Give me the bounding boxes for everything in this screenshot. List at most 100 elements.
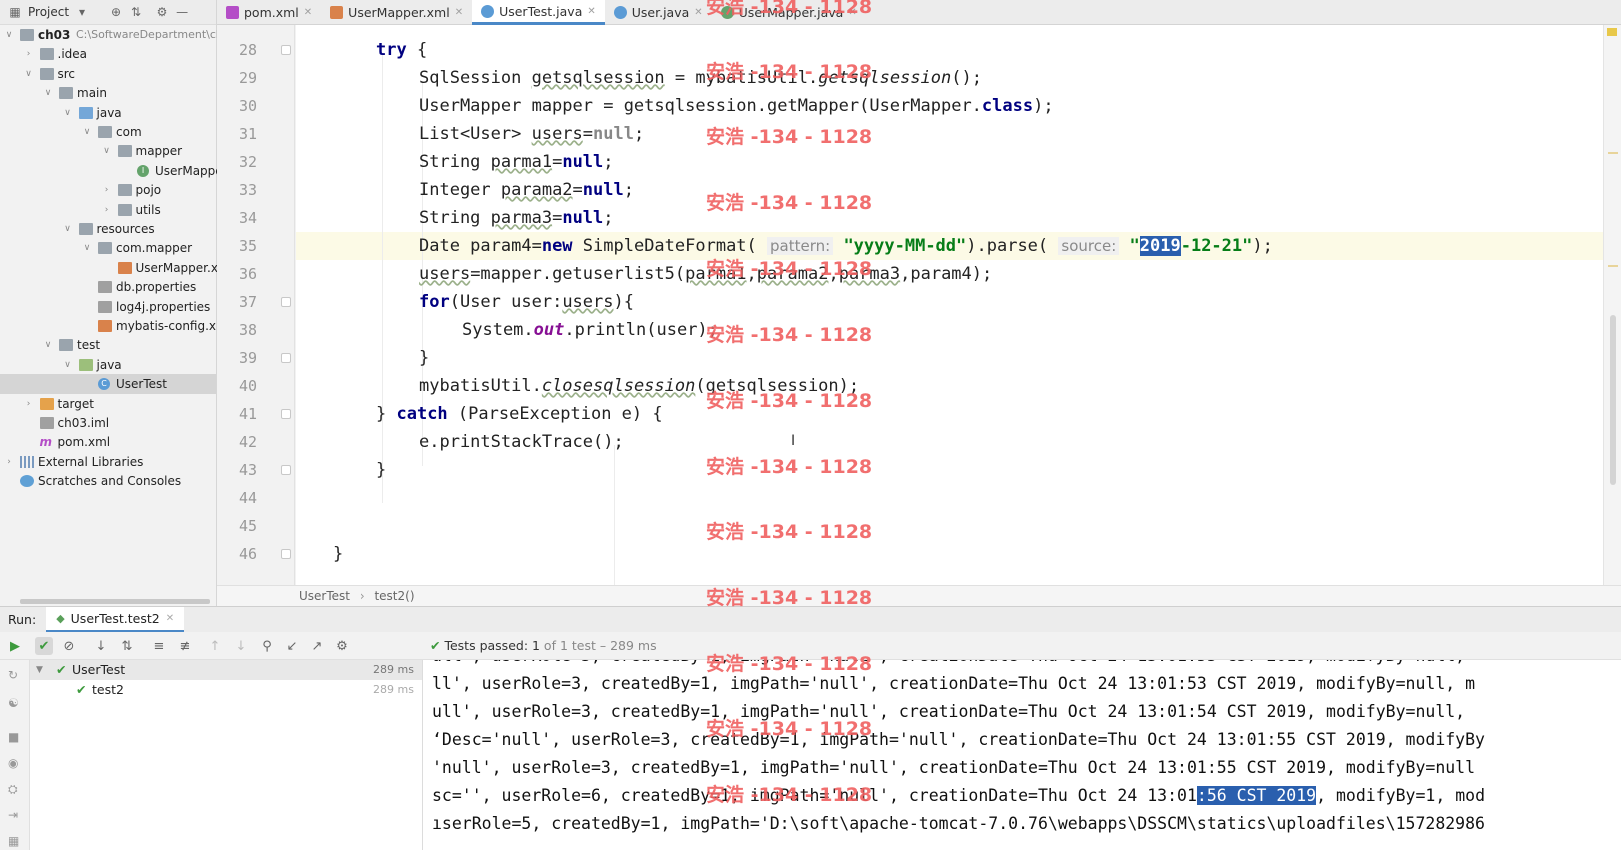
fold-marker-icon[interactable] bbox=[281, 297, 291, 307]
tests-passed-count: 1 bbox=[532, 638, 540, 653]
tab-usermapper-xml[interactable]: UserMapper.xml ✕ bbox=[321, 0, 472, 25]
scroll-thumb[interactable] bbox=[1610, 315, 1616, 485]
test-suite-row[interactable]: ▼ ✔ UserTest 289 ms bbox=[30, 660, 422, 680]
tree-item-com-mapper[interactable]: ∨ com.mapper bbox=[0, 238, 216, 258]
tree-item-db-properties[interactable]: db.properties bbox=[0, 277, 216, 297]
tree-item-log4j-properties[interactable]: log4j.properties bbox=[0, 297, 216, 317]
close-icon[interactable]: ✕ bbox=[304, 7, 312, 18]
tree-item-scratches-and-consoles[interactable]: Scratches and Consoles bbox=[0, 471, 216, 491]
chevron-right-icon[interactable]: › bbox=[4, 452, 14, 472]
show-ignored-icon[interactable]: ⊘ bbox=[60, 637, 78, 655]
tree-item-ch03-iml[interactable]: ch03.iml bbox=[0, 413, 216, 433]
rerun-failed-icon[interactable]: ↻ bbox=[8, 668, 22, 682]
tree-item-pojo[interactable]: › pojo bbox=[0, 180, 216, 200]
tree-item--idea[interactable]: › .idea bbox=[0, 44, 216, 64]
tree-item-usermapper-xml[interactable]: UserMapper.xml bbox=[0, 258, 233, 278]
chevron-right-icon[interactable]: › bbox=[24, 394, 34, 414]
code-editor[interactable]: try { SqlSession getsqlsession = mybatis… bbox=[296, 25, 1603, 585]
chevron-right-icon[interactable]: › bbox=[102, 200, 112, 220]
test-case-row[interactable]: ✔ test2 289 ms bbox=[30, 680, 422, 700]
scroll-marker[interactable] bbox=[1608, 265, 1618, 267]
close-icon[interactable]: ✕ bbox=[455, 7, 463, 18]
tree-item-label: Scratches and Consoles bbox=[38, 474, 182, 489]
close-icon[interactable]: ✕ bbox=[587, 6, 595, 17]
tree-item-test[interactable]: ∨ test bbox=[0, 335, 216, 355]
sort-alpha-icon[interactable]: ↓ bbox=[92, 637, 110, 655]
chevron-down-icon[interactable]: ∨ bbox=[43, 335, 53, 355]
breadcrumb-class[interactable]: UserTest bbox=[299, 589, 350, 603]
toggle-auto-test-icon[interactable]: ☯ bbox=[8, 696, 22, 710]
show-passed-icon[interactable]: ✔ bbox=[35, 637, 53, 655]
tree-item-main[interactable]: ∨ main bbox=[0, 83, 216, 103]
chevron-down-icon[interactable]: ▼ bbox=[36, 660, 43, 680]
scroll-marker[interactable] bbox=[1608, 152, 1618, 154]
tab-usertest-java[interactable]: UserTest.java ✕ bbox=[472, 0, 605, 25]
tree-item-resources[interactable]: ∨ resources bbox=[0, 219, 216, 239]
run-config-tab[interactable]: ◆ UserTest.test2 ✕ bbox=[46, 606, 185, 633]
breadcrumb-method[interactable]: test2() bbox=[374, 589, 414, 603]
editor-vertical-scrollbar[interactable] bbox=[1603, 25, 1621, 585]
tree-item-usertest[interactable]: C UserTest bbox=[0, 374, 216, 395]
tree-item-java[interactable]: ∨ java bbox=[0, 103, 216, 123]
chevron-down-icon[interactable]: ∨ bbox=[43, 83, 53, 103]
fold-marker-icon[interactable] bbox=[281, 353, 291, 363]
chevron-down-icon[interactable]: ∨ bbox=[82, 238, 92, 258]
project-horizontal-scrollbar[interactable] bbox=[20, 599, 210, 604]
fold-marker-icon[interactable] bbox=[281, 465, 291, 475]
previous-failed-icon[interactable]: ↑ bbox=[206, 637, 224, 655]
chevron-down-icon[interactable]: ▾ bbox=[75, 5, 89, 19]
gear-icon[interactable]: ⚙ bbox=[333, 637, 351, 655]
chevron-right-icon[interactable]: › bbox=[102, 180, 112, 200]
next-failed-icon[interactable]: ↓ bbox=[232, 637, 250, 655]
camera-icon[interactable]: ◉ bbox=[8, 756, 22, 770]
tree-item-target[interactable]: › target bbox=[0, 394, 216, 414]
warning-marker-icon[interactable] bbox=[1607, 28, 1617, 36]
tab-pom-xml[interactable]: pom.xml ✕ bbox=[217, 0, 321, 25]
fold-marker-icon[interactable] bbox=[281, 549, 291, 559]
project-panel-title[interactable]: Project bbox=[28, 5, 69, 19]
tree-item-usermapper[interactable]: I UserMapper bbox=[0, 161, 228, 181]
fold-marker-icon[interactable] bbox=[281, 409, 291, 419]
close-icon[interactable]: ✕ bbox=[166, 613, 174, 624]
tab-label: UserTest.java bbox=[499, 3, 583, 19]
tree-item-utils[interactable]: › utils bbox=[0, 200, 216, 220]
expand-all-icon[interactable]: ≡ bbox=[150, 637, 168, 655]
tree-item-pom-xml[interactable]: m pom.xml bbox=[0, 432, 216, 452]
search-icon[interactable]: ⚲ bbox=[258, 637, 276, 655]
chevron-down-icon[interactable]: ∨ bbox=[63, 355, 73, 375]
collapse-all-icon[interactable]: ⇅ bbox=[129, 5, 143, 19]
sort-duration-icon[interactable]: ⇅ bbox=[118, 637, 136, 655]
editor-gutter[interactable]: 28 29 30 31 32 33 34 35 36 37 38 39 40 41 42 43 44 45 46 bbox=[217, 25, 295, 585]
tree-item-src[interactable]: ∨ src bbox=[0, 64, 216, 84]
chevron-down-icon[interactable]: ∨ bbox=[24, 64, 34, 84]
fold-marker-icon[interactable] bbox=[281, 45, 291, 55]
close-icon[interactable]: ✕ bbox=[848, 7, 856, 18]
tree-item-mapper[interactable]: ∨ mapper bbox=[0, 141, 216, 161]
import-tests-icon[interactable]: ↙ bbox=[283, 637, 301, 655]
exit-icon[interactable]: ⇥ bbox=[8, 808, 22, 822]
rerun-icon[interactable]: ▶ bbox=[6, 637, 24, 655]
chevron-down-icon[interactable]: ∨ bbox=[102, 141, 112, 161]
chevron-down-icon[interactable]: ∨ bbox=[63, 219, 73, 239]
tree-item-mybatis-config-xml[interactable]: mybatis-config.xml bbox=[0, 316, 231, 336]
tab-usermapper-java[interactable]: UserMapper.java ✕ bbox=[712, 0, 866, 25]
chevron-down-icon[interactable]: ∨ bbox=[63, 103, 73, 123]
tree-item-java[interactable]: ∨ java bbox=[0, 355, 216, 375]
gear-icon[interactable]: ⚙ bbox=[155, 5, 169, 19]
stop-icon[interactable]: ■ bbox=[8, 730, 22, 744]
collapse-all-icon[interactable]: ≢ bbox=[176, 637, 194, 655]
minimize-icon[interactable]: — bbox=[175, 5, 189, 19]
target-icon[interactable]: ⊕ bbox=[109, 5, 123, 19]
debug-icon[interactable]: ⛭ bbox=[8, 782, 22, 796]
export-tests-icon[interactable]: ↗ bbox=[308, 637, 326, 655]
chevron-right-icon[interactable]: › bbox=[24, 44, 34, 64]
chevron-down-icon[interactable]: ∨ bbox=[4, 25, 14, 45]
console-output[interactable]: ull', userRole=3, createdBy=1, imgPath='… bbox=[423, 660, 1621, 850]
tab-user-java[interactable]: User.java ✕ bbox=[605, 0, 712, 25]
tree-item-ch03[interactable]: ∨ ch03 C:\SoftwareDepartment\ch0 bbox=[0, 25, 230, 45]
close-icon[interactable]: ✕ bbox=[694, 7, 702, 18]
tree-item-com[interactable]: ∨ com bbox=[0, 122, 216, 142]
chevron-down-icon[interactable]: ∨ bbox=[82, 122, 92, 142]
layout-icon[interactable]: ▦ bbox=[8, 834, 22, 848]
tree-item-external-libraries[interactable]: › External Libraries bbox=[0, 452, 216, 472]
